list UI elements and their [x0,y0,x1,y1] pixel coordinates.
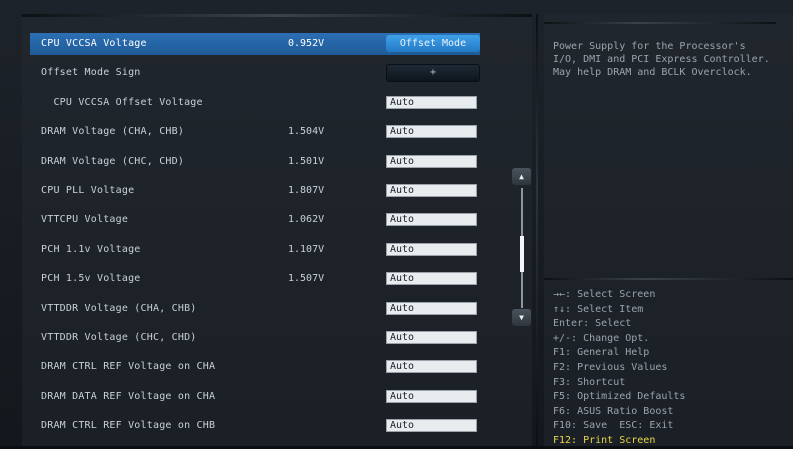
setting-label: VTTCPU Voltage [41,214,129,226]
setting-row[interactable]: DRAM Voltage (CHC, CHD) 1.501V Auto [30,151,480,173]
setting-row[interactable]: DRAM DATA REF Voltage on CHA Auto [30,386,480,408]
voltage-input[interactable]: Auto [386,301,477,315]
key-hint: F2: Previous Values [553,361,668,373]
setting-row[interactable]: VTTCPU Voltage 1.062V Auto [30,209,480,231]
voltage-input[interactable]: Auto [386,272,477,286]
key-hint: F3: Shortcut [553,376,626,388]
sign-select-button[interactable]: + [386,64,480,83]
key-hint: F10: Save ESC: Exit [553,420,674,432]
item-help-text: Power Supply for the Processor's I/O, DM… [553,40,789,79]
voltage-input[interactable]: Auto [386,419,477,433]
key-hint: F1: General Help [553,347,650,359]
setting-row[interactable]: DRAM CTRL REF Voltage on CHB Auto [30,415,480,437]
setting-row[interactable]: PCH 1.1v Voltage 1.107V Auto [30,239,480,261]
voltage-input[interactable]: Auto [386,95,477,109]
bios-screen: CPU VCCSA Voltage 0.952V Offset Mode Offset… [0,0,793,446]
key-hint: F12: Print Screen [553,434,656,446]
setting-label: DRAM DATA REF Voltage on CHA [41,390,216,402]
help-line: Power Supply for the Processor's [553,41,746,52]
setting-label: DRAM CTRL REF Voltage on CHA [41,361,216,373]
setting-row[interactable]: VTTDDR Voltage (CHC, CHD) Auto [30,327,480,349]
key-hint: F5: Optimized Defaults [553,391,686,403]
voltage-input[interactable]: Auto [386,242,477,256]
scrollbar-thumb[interactable] [520,236,524,272]
triangle-down-icon: ▼ [519,313,524,322]
voltage-input[interactable]: Auto [386,154,477,168]
setting-label: Offset Mode Sign [41,67,141,79]
voltage-input[interactable]: Auto [386,125,477,139]
setting-label: DRAM CTRL REF Voltage on CHB [41,420,216,432]
setting-label: CPU VCCSA Offset Voltage [41,96,203,108]
setting-label: CPU VCCSA Voltage [41,38,147,49]
setting-label: CPU PLL Voltage [41,185,135,196]
setting-row[interactable]: CPU VCCSA Offset Voltage Auto [30,92,480,114]
current-voltage: 1.504V [288,126,325,138]
key-hint: F6: ASUS Ratio Boost [553,405,674,417]
voltage-input[interactable]: Auto [386,389,477,403]
key-legend: →←: Select Screen ↑↓: Select Item Enter: S… [553,288,685,449]
mode-select-button[interactable]: Offset Mode [386,35,480,52]
setting-row[interactable]: DRAM CTRL REF Voltage on CHA Auto [30,356,480,378]
key-hint: +/-: Change Opt. [553,332,650,344]
current-voltage: 0.952V [288,38,325,49]
voltage-input[interactable]: Auto [386,213,477,227]
key-hint: →←: Select Screen [553,289,656,300]
setting-row[interactable]: VTTDDR Voltage (CHA, CHB) Auto [30,298,480,320]
current-voltage: 1.507V [288,273,325,285]
setting-label: VTTDDR Voltage (CHA, CHB) [41,302,197,314]
setting-row[interactable]: CPU PLL Voltage 1.807V Auto [30,180,480,202]
current-voltage: 1.501V [288,155,325,167]
scroll-down-button[interactable]: ▼ [512,309,531,326]
setting-row[interactable]: Offset Mode Sign + [30,62,480,84]
current-voltage: 1.062V [288,214,325,226]
setting-label: DRAM Voltage (CHC, CHD) [41,155,185,167]
scroll-up-button[interactable]: ▲ [512,168,531,185]
top-divider-right [544,22,776,24]
key-hint: Enter: Select [553,318,632,330]
setting-label: PCH 1.5v Voltage [41,273,141,285]
top-divider-left [22,14,532,17]
setting-label: VTTDDR Voltage (CHC, CHD) [41,332,197,343]
voltage-input[interactable]: Auto [386,360,477,374]
voltage-input[interactable]: Auto [386,331,477,344]
help-line: I/O, DMI and PCI Express Controller. [553,54,770,65]
triangle-up-icon: ▲ [519,172,524,181]
voltage-input[interactable]: Auto [386,184,477,197]
setting-row[interactable]: CPU VCCSA Voltage 0.952V Offset Mode [30,33,480,55]
current-voltage: 1.807V [288,185,325,196]
key-hint: ↑↓: Select Item [553,303,644,315]
help-line: May help DRAM and BCLK Overclock. [553,67,752,78]
setting-label: PCH 1.1v Voltage [41,243,141,255]
panel-divider [536,14,538,446]
setting-label: DRAM Voltage (CHA, CHB) [41,126,185,138]
help-divider [544,278,793,280]
setting-row[interactable]: PCH 1.5v Voltage 1.507V Auto [30,268,480,290]
setting-row[interactable]: DRAM Voltage (CHA, CHB) 1.504V Auto [30,121,480,143]
current-voltage: 1.107V [288,243,325,255]
